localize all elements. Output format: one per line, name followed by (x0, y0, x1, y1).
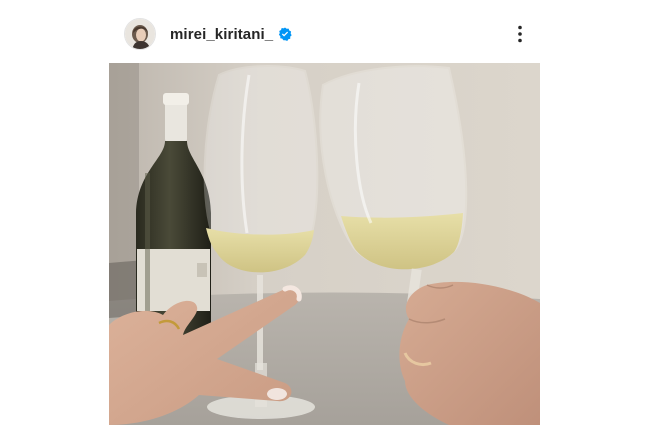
post-image-wine-toast (109, 63, 540, 425)
verified-badge-icon (278, 27, 292, 41)
post-header: mirei_kiritani_ (109, 14, 540, 54)
avatar[interactable] (124, 18, 156, 50)
more-options-icon (518, 25, 522, 43)
avatar-image (125, 19, 155, 49)
post-photo[interactable] (109, 63, 540, 425)
username-wrap: mirei_kiritani_ (170, 26, 292, 43)
more-options-button[interactable] (508, 22, 532, 46)
instagram-post: mirei_kiritani_ (0, 0, 650, 433)
username-link[interactable]: mirei_kiritani_ (170, 26, 273, 43)
right-hand (399, 281, 540, 425)
